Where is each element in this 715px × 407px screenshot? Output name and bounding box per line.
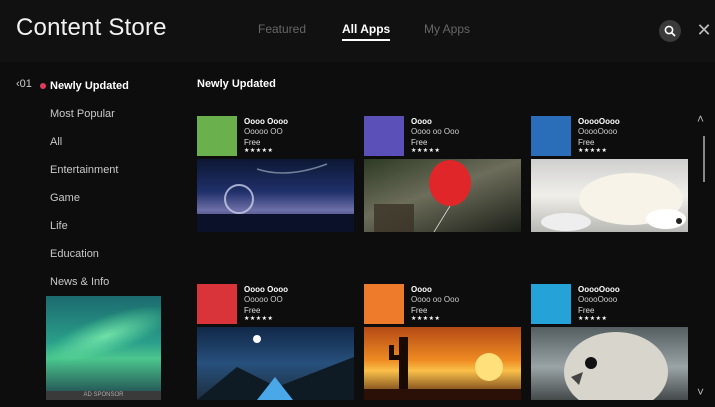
app-price: Free [578,138,595,147]
sidebar-item-label: Entertainment [50,164,119,176]
close-icon: ✕ [696,20,712,40]
section-title: Newly Updated [197,78,276,90]
sidebar-item-label: Newly Updated [50,80,129,92]
scrollbar-thumb[interactable] [703,136,705,182]
app-title: Content Store [16,14,167,41]
app-subname: OoooOooo [578,127,618,136]
app-subname: OoooOooo [578,295,618,304]
app-rating: ★★★★★ [244,316,274,322]
app-subname: Ooooo OO [244,295,283,304]
app-price: Free [411,138,428,147]
app-name: OoooOooo [578,117,620,126]
sidebar-item-education[interactable]: Education [40,246,170,274]
app-rating: ★★★★★ [244,148,274,154]
app-screenshot [364,327,521,400]
app-name: OoooOooo [578,285,620,294]
sidebar-item-all[interactable]: All [40,134,170,162]
sidebar-item-label: Education [50,248,99,260]
app-name: Oooo [411,285,432,294]
sidebar-item-label: All [50,136,63,148]
search-icon [664,25,676,37]
app-price: Free [578,306,595,315]
sidebar-item-newly-updated[interactable]: Newly Updated [40,78,170,106]
tab-featured[interactable]: Featured [258,22,306,36]
app-subname: Oooo oo Ooo [411,127,460,136]
sidebar-item-game[interactable]: Game [40,190,170,218]
page-indicator[interactable]: ‹01 [16,78,32,90]
scroll-up-button[interactable]: ˄ [697,112,704,126]
sidebar-item-life[interactable]: Life [40,218,170,246]
app-rating: ★★★★★ [578,148,608,154]
app-screenshot [197,159,354,232]
ad-sponsor-banner[interactable]: AD SPONSOR [46,296,161,400]
app-name: Oooo Oooo [244,117,288,126]
sidebar-item-most-popular[interactable]: Most Popular [40,106,170,134]
app-icon [197,284,237,324]
app-card[interactable]: Oooo Oooo Ooooo OO Free ★★★★★ [197,116,354,232]
app-screenshot [364,159,521,232]
app-rating: ★★★★★ [411,316,441,322]
app-card[interactable]: Oooo Oooo oo Ooo Free ★★★★★ [364,116,521,232]
app-subname: Ooooo OO [244,127,283,136]
category-list: Newly Updated Most Popular All Entertain… [40,78,170,302]
sidebar-item-entertainment[interactable]: Entertainment [40,162,170,190]
app-card[interactable]: Oooo Oooo oo Ooo Free ★★★★★ [364,284,521,400]
app-rating: ★★★★★ [578,316,608,322]
app-name: Oooo Oooo [244,285,288,294]
app-icon [197,116,237,156]
sidebar-item-label: News & Info [50,276,110,288]
top-bar: Content Store Featured All Apps My Apps … [0,0,715,62]
app-price: Free [244,138,261,147]
tab-all-apps[interactable]: All Apps [342,22,391,41]
app-card[interactable]: Oooo Oooo Ooooo OO Free ★★★★★ [197,284,354,400]
aurora-image [46,296,161,379]
app-icon [364,284,404,324]
app-rating: ★★★★★ [411,148,441,154]
app-card[interactable]: OoooOooo OoooOooo Free ★★★★★ [531,116,688,232]
ad-label: AD SPONSOR [46,391,161,400]
sidebar-item-label: Most Popular [50,108,115,120]
close-button[interactable]: ✕ [694,19,714,41]
app-price: Free [411,306,428,315]
app-screenshot [531,159,688,232]
app-name: Oooo [411,117,432,126]
app-screenshot [197,327,354,400]
app-subname: Oooo oo Ooo [411,295,460,304]
app-icon [531,284,571,324]
scroll-down-button[interactable]: ˅ [697,385,704,399]
app-screenshot [531,327,688,400]
app-icon [531,116,571,156]
sidebar-item-label: Game [50,192,80,204]
tab-my-apps[interactable]: My Apps [424,22,470,36]
app-icon [364,116,404,156]
active-dot-icon [40,83,46,89]
search-button[interactable] [659,20,681,42]
app-price: Free [244,306,261,315]
sidebar-item-label: Life [50,220,68,232]
app-card[interactable]: OoooOooo OoooOooo Free ★★★★★ [531,284,688,400]
